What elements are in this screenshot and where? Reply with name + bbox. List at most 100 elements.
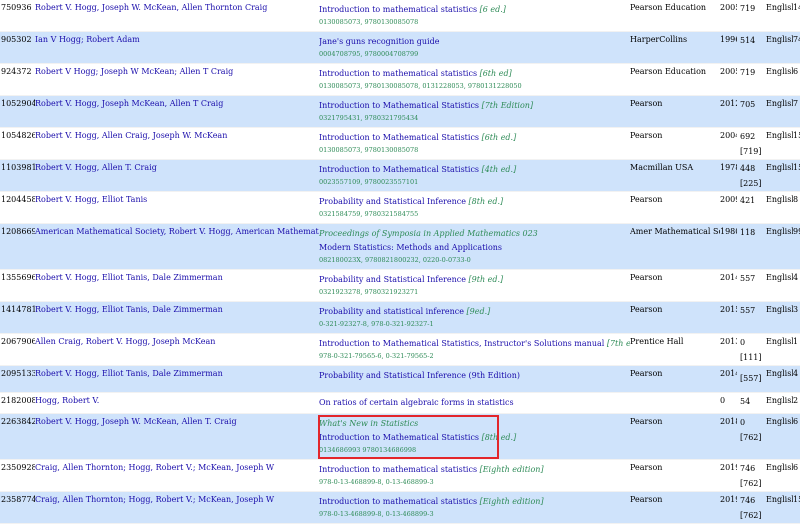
year-cell: 2018 [720, 413, 737, 460]
table-row: 1414781 Robert V. Hogg, Elliot Tanis, Dal… [0, 301, 800, 334]
size-cell: 15 M [793, 491, 800, 524]
book-id: 1414781 [1, 305, 35, 314]
title-link[interactable]: Introduction to mathematical statistics … [319, 463, 630, 477]
id-cell: 2067906 [0, 333, 35, 366]
file-size: 994 [793, 227, 800, 236]
title-cell: Introduction to Mathematical Statistics,… [319, 333, 630, 366]
author-link[interactable]: Craig, Allen Thornton; Hogg, Robert V.; … [35, 495, 274, 504]
table-row: 2095133 Robert V. Hogg, Elliot Tanis, Dal… [0, 365, 800, 393]
id-cell: 2350928 [0, 459, 35, 492]
isbn-text: 0-321-92327-8, 978-0-321-92327-1 [319, 320, 434, 328]
year-cell: 2005 [720, 0, 737, 32]
file-size: 2 M [793, 396, 800, 405]
authors-cell: Hogg, Robert V. [35, 392, 319, 414]
title-link[interactable]: Introduction to mathematical statistics … [319, 3, 630, 17]
author-link[interactable]: Robert V. Hogg, Elliot Tanis [35, 195, 147, 204]
publisher-cell: Pearson [630, 491, 720, 524]
authors-cell: American Mathematical Society, Robert V.… [35, 223, 319, 270]
table-row: 2350928 Craig, Allen Thornton; Hogg, Robe… [0, 459, 800, 492]
pages-cell: 719 [737, 0, 766, 32]
title-link[interactable]: On ratios of certain algebraic forms in … [319, 396, 630, 410]
year: 2019 [720, 495, 737, 504]
isbn-text: 082180023X, 9780821800232, 0220-0-0733-0 [319, 256, 471, 264]
title-link[interactable]: Introduction to Mathematical Statistics … [319, 99, 630, 113]
author-link[interactable]: American Mathematical Society, Robert V.… [35, 227, 319, 236]
file-size: 6 M [793, 463, 800, 472]
pages-cell: 0 [762] [737, 413, 766, 460]
authors-cell: Craig, Allen Thornton; Hogg, Robert V.; … [35, 491, 319, 524]
publisher: Pearson [630, 273, 663, 282]
title-link[interactable]: Probability and Statistical Inference (9… [319, 369, 630, 383]
book-id: 2182008 [1, 396, 35, 405]
book-id: 1355696 [1, 273, 35, 282]
authors-cell: Robert V. Hogg, Elliot Tanis, Dale Zimme… [35, 365, 319, 393]
author-link[interactable]: Robert V. Hogg, Joseph W. McKean, Allen … [35, 417, 237, 426]
edition-label: [Eighth edition] [479, 497, 544, 506]
language-cell: English [766, 223, 793, 270]
title-text: Jane's guns recognition guide [319, 37, 440, 46]
title-link[interactable]: Introduction to Mathematical Statistics … [319, 431, 630, 445]
publisher-cell: HarperCollins [630, 31, 720, 64]
table-row: 2358774 Craig, Allen Thornton; Hogg, Robe… [0, 491, 800, 524]
year-cell: 2004 [720, 127, 737, 160]
title-text: Introduction to mathematical statistics [319, 5, 478, 14]
language-cell: English [766, 365, 793, 393]
author-link[interactable]: Robert V Hogg; Joseph W McKean; Allen T … [35, 67, 233, 76]
file-size: 15 M [793, 163, 800, 172]
publisher: Pearson [630, 99, 663, 108]
book-id: 2350928 [1, 463, 35, 472]
title-link[interactable]: Modern Statistics: Methods and Applicati… [319, 241, 630, 255]
language-cell: English [766, 491, 793, 524]
size-cell: 7 M [793, 95, 800, 128]
file-size: 74 M [793, 35, 800, 44]
author-link[interactable]: Robert V. Hogg, Joseph McKean, Allen T C… [35, 99, 223, 108]
title-link[interactable]: Jane's guns recognition guide [319, 35, 630, 49]
id-cell: 1052904 [0, 95, 35, 128]
author-link[interactable]: Robert V. Hogg, Elliot Tanis, Dale Zimme… [35, 305, 223, 314]
series-label: What's New in Statistics [319, 419, 419, 428]
author-link[interactable]: Hogg, Robert V. [35, 396, 99, 405]
isbn-text: 0321584759, 9780321584755 [319, 210, 419, 218]
size-cell: 1 M [793, 333, 800, 366]
title-text: Introduction to Mathematical Statistics [319, 133, 480, 142]
author-link[interactable]: Robert V. Hogg, Elliot Tanis, Dale Zimme… [35, 273, 223, 282]
title-cell: Introduction to Mathematical Statistics … [319, 95, 630, 128]
author-link[interactable]: Robert V. Hogg, Joseph W. McKean, Allen … [35, 3, 267, 12]
title-cell: Introduction to Mathematical Statistics … [319, 159, 630, 192]
publisher: Amer Mathematical Society [630, 227, 720, 236]
author-link[interactable]: Ian V Hogg; Robert Adam [35, 35, 140, 44]
title-link[interactable]: Introduction to Mathematical Statistics … [319, 163, 630, 177]
title-link[interactable]: Probability and Statistical Inference [8… [319, 195, 630, 209]
authors-cell: Robert V. Hogg, Joseph W. McKean, Allen … [35, 0, 319, 32]
pages-cell: 557 [737, 269, 766, 302]
year: 2014 [720, 273, 737, 282]
author-link[interactable]: Robert V. Hogg, Allen T. Craig [35, 163, 157, 172]
title-cell: Introduction to mathematical statistics … [319, 491, 630, 524]
title-link[interactable]: Introduction to mathematical statistics … [319, 495, 630, 509]
year: 2018 [720, 417, 737, 426]
title-link[interactable]: Introduction to Mathematical Statistics … [319, 131, 630, 145]
size-cell: 6 M [793, 413, 800, 460]
pages: 0 [740, 418, 746, 427]
language: English [766, 417, 793, 426]
pages: 719 [740, 68, 756, 77]
size-cell: 4 M [793, 269, 800, 302]
author-link[interactable]: Robert V. Hogg, Elliot Tanis, Dale Zimme… [35, 369, 223, 378]
pages-cell: 0 [111] [737, 333, 766, 366]
isbn-spacer [319, 383, 630, 386]
isbn-text: 0004708795, 9780004708799 [319, 50, 419, 58]
author-link[interactable]: Allen Craig, Robert V. Hogg, Joseph McKe… [35, 337, 215, 346]
language: English [766, 369, 793, 378]
title-link[interactable]: Introduction to Mathematical Statistics,… [319, 337, 630, 351]
author-link[interactable]: Robert V. Hogg, Allen Craig, Joseph W. M… [35, 131, 227, 140]
year: 0 [720, 396, 726, 405]
language: English [766, 273, 793, 282]
publisher: Prentice Hall [630, 337, 684, 346]
title-link[interactable]: Introduction to mathematical statistics … [319, 67, 630, 81]
title-link[interactable]: Probability and statistical inference [9… [319, 305, 630, 319]
title-link[interactable]: Probability and Statistical Inference [9… [319, 273, 630, 287]
publisher: Pearson [630, 417, 663, 426]
author-link[interactable]: Craig, Allen Thornton; Hogg, Robert V.; … [35, 463, 274, 472]
publisher: Pearson [630, 195, 663, 204]
table-row: 2263842 Robert V. Hogg, Joseph W. McKean,… [0, 413, 800, 460]
